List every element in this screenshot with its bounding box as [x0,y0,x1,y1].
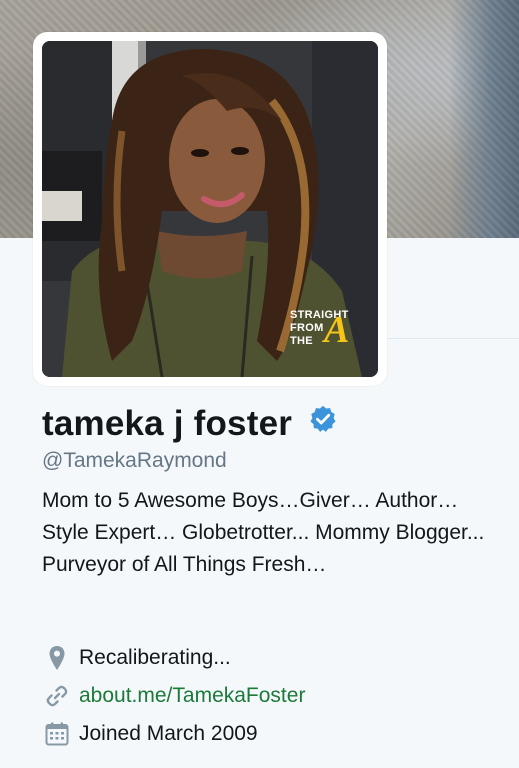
joined-date-text: Joined March 2009 [79,722,258,745]
website-row: about.me/TamekaFoster [42,681,305,711]
joined-row: Joined March 2009 [42,719,258,749]
link-icon [42,681,72,711]
avatar-photo: STRAIGHT FROM THE A [42,41,378,377]
divider [386,338,519,339]
location-pin-icon [42,643,72,673]
display-name[interactable]: tameka j foster [42,400,338,450]
watermark-letter: A [324,309,350,351]
display-name-text: tameka j foster [42,404,293,443]
avatar[interactable]: STRAIGHT FROM THE A [33,32,387,386]
website-link[interactable]: about.me/TamekaFoster [79,684,305,708]
screen-name-handle[interactable]: @TamekaRaymond [42,448,227,474]
profile-bio: Mom to 5 Awesome Boys…Giver… Author… Sty… [42,489,485,576]
calendar-icon [42,719,72,749]
header-banner-edge [449,0,519,238]
location-text: Recaliberating... [79,646,231,669]
watermark: STRAIGHT FROM THE A [290,309,350,351]
location-row: Recaliberating... [42,643,231,673]
verified-badge-icon [308,399,338,447]
